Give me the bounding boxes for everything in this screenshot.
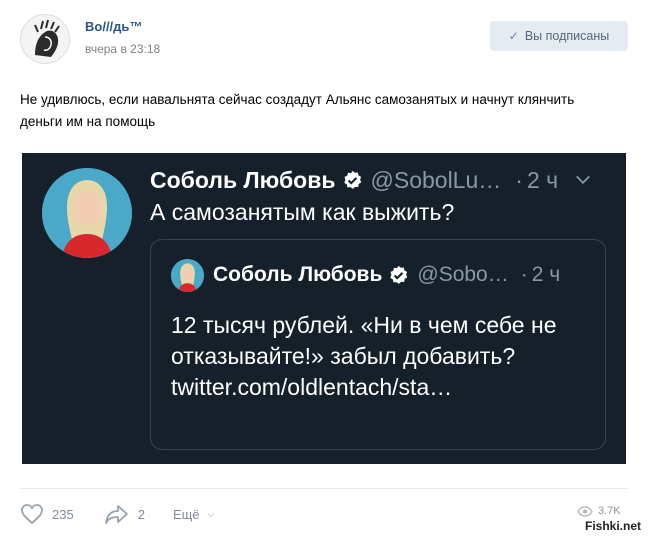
tweet-dot: · xyxy=(515,166,523,193)
post-text: Не удивлюсь, если навальнята сейчас созд… xyxy=(20,92,575,129)
like-count: 235 xyxy=(52,506,74,522)
eye-icon xyxy=(577,505,593,517)
share-icon xyxy=(104,505,128,524)
quoted-text: 12 тысяч рублей. «Ни в чем себе не отказ… xyxy=(171,312,557,400)
tweet-handle[interactable]: @SobolLu… xyxy=(371,167,502,194)
post-time[interactable]: вчера в 23:18 xyxy=(85,42,160,56)
author-name[interactable]: Во///дь™ xyxy=(85,19,142,34)
subscribed-label: Вы подписаны xyxy=(524,29,610,43)
tweet-header: Соболь Любовь @SobolLu… · 2 ч xyxy=(150,165,610,195)
divider xyxy=(20,488,628,489)
views-counter: 3.7K xyxy=(577,505,621,517)
quoted-time: 2 ч xyxy=(531,263,561,286)
tweet-screenshot[interactable]: Соболь Любовь @SobolLu… · 2 ч А самозаня… xyxy=(22,153,626,464)
tweet-text: А самозанятым как выжить? xyxy=(150,199,455,225)
check-icon: ✓ xyxy=(508,29,519,43)
tweet-author-name[interactable]: Соболь Любовь xyxy=(150,167,336,194)
quoted-avatar xyxy=(171,259,204,292)
share-button[interactable]: 2 xyxy=(104,503,145,525)
tweet-time[interactable]: 2 ч xyxy=(527,167,558,194)
share-count: 2 xyxy=(137,506,145,522)
chevron-down-icon: ⌵ xyxy=(207,508,215,519)
quoted-dot: · xyxy=(520,263,528,286)
subscribed-button[interactable]: ✓ Вы подписаны xyxy=(490,21,628,51)
chevron-down-icon[interactable] xyxy=(574,171,592,189)
author-avatar[interactable] xyxy=(20,14,70,64)
quoted-header: Соболь Любовь @Sobo… · 2 ч xyxy=(213,260,593,290)
like-button[interactable]: 235 xyxy=(20,503,74,525)
watermark: Fishki.net xyxy=(585,519,642,533)
more-button[interactable]: Ещё ⌵ xyxy=(173,507,214,522)
post-actions: 235 2 Ещё ⌵ xyxy=(20,503,214,525)
verified-icon xyxy=(343,170,361,189)
views-count: 3.7K xyxy=(598,505,621,517)
tweet-avatar xyxy=(42,168,132,258)
verified-icon xyxy=(390,265,408,284)
quoted-handle: @Sobo… xyxy=(417,263,509,286)
quoted-author-name: Соболь Любовь xyxy=(213,263,383,286)
more-label: Ещё xyxy=(172,506,200,522)
heart-icon xyxy=(21,504,43,525)
quoted-tweet[interactable]: Соболь Любовь @Sobo… · 2 ч 12 тысяч рубл… xyxy=(150,239,606,450)
